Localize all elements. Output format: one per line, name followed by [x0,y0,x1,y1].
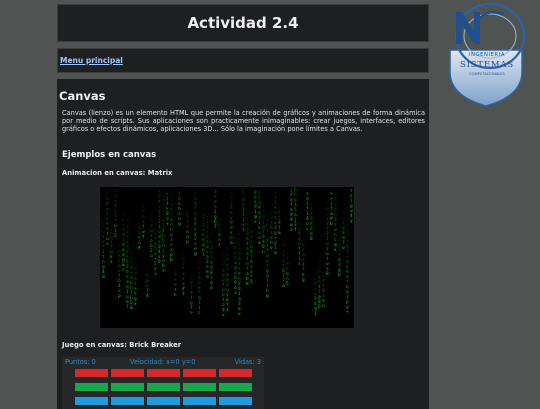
svg-text:x: x [334,248,337,253]
brick [111,383,144,391]
svg-text:f: f [294,227,297,233]
svg-text:p: p [186,240,189,245]
brick [219,369,252,377]
examples-heading: Ejemplos en canvas [62,150,157,160]
svg-text:7: 7 [214,224,217,230]
svg-text:b: b [330,221,333,227]
svg-text:b: b [170,257,173,263]
svg-text:p: p [118,294,121,299]
menu-principal-link[interactable]: Menu principal [60,56,123,65]
brick [219,397,252,405]
svg-text:s: s [298,262,301,267]
svg-text:a: a [258,241,261,246]
svg-text:=: = [306,227,309,232]
svg-text:q: q [178,222,181,227]
svg-text:8: 8 [326,271,329,277]
main-content: Canvas Canvas (lienzo) es un elemento HT… [57,79,429,409]
svg-text:g: g [266,294,269,299]
svg-text:SISTEMAS: SISTEMAS [460,60,514,70]
svg-text:a: a [282,284,285,289]
svg-text:<: < [106,242,109,247]
svg-text:z: z [290,228,293,233]
brick [75,369,108,377]
matrix-canvas: f l u x d * 1 t n @4 d 5 h 0 w i c < > f u < z 5 n i? u k z @ q q d = l * w l… [100,187,354,328]
svg-text:w: w [274,251,277,256]
brick [219,383,252,391]
brick [147,397,180,405]
svg-text:COMPUTACIONALES: COMPUTACIONALES [469,72,505,76]
brick [111,397,144,405]
brick [147,369,180,377]
header-panel: Actividad 2.4 [57,4,429,42]
svg-text:t: t [142,234,145,240]
svg-text:g: g [302,278,305,283]
svg-text:o: o [206,275,209,280]
svg-text:n: n [262,250,265,255]
brick [147,383,180,391]
brick [183,369,216,377]
svg-text:n: n [322,304,325,309]
svg-text:l: l [202,252,205,258]
svg-text:>: > [122,268,125,273]
game-label: Juego en canvas: Brick Breaker [62,341,182,349]
svg-text:o: o [210,286,213,291]
svg-text:4: 4 [146,293,149,299]
brick [111,369,144,377]
intro-paragraph: Canvas (lienzo) es un elemento HTML que … [62,109,425,134]
svg-text:x: x [134,302,137,307]
svg-text:2: 2 [114,233,117,239]
brick [75,383,108,391]
svg-text:b: b [338,272,341,278]
svg-text:5: 5 [250,279,253,285]
brick-breaker-canvas[interactable]: Puntos: 0 Velocidad: x=0 y=0 Vidas: 3 [62,357,264,409]
svg-text:>: > [154,272,157,277]
svg-text:INGENIERIA: INGENIERIA [469,52,505,58]
svg-text:z: z [218,243,221,248]
svg-text:8: 8 [310,236,313,242]
svg-text:#: # [138,245,141,251]
section-heading: Canvas [59,89,106,103]
svg-text:v: v [222,313,225,318]
matrix-animation: fluxd*1tn@4d5h0wic<>fu<z5ni?ukz@qqd=l*wl… [102,187,353,318]
svg-text:t: t [182,291,185,297]
svg-text:v: v [238,312,241,317]
svg-text:k: k [174,292,177,298]
svg-text:&: & [278,230,281,236]
shield-logo-icon: INGENIERIA SISTEMAS COMPUTACIONALES [449,2,526,107]
svg-text:e: e [270,246,273,251]
svg-text:>: > [254,220,257,225]
svg-text:&: & [130,305,133,311]
svg-text:+: + [166,222,169,227]
points-readout: Puntos: 0 [65,358,96,366]
svg-text:d: d [102,274,105,280]
svg-text:k: k [246,281,249,287]
university-logo: INGENIERIA SISTEMAS COMPUTACIONALES [444,0,528,108]
menu-panel: Menu principal [57,48,429,73]
svg-text:5: 5 [286,281,289,287]
svg-text:z: z [110,260,113,265]
svg-text:w: w [342,246,345,251]
svg-text:c: c [198,311,201,316]
svg-text:9: 9 [158,259,161,265]
svg-text:>: > [162,269,165,274]
page-title: Actividad 2.4 [187,14,299,32]
svg-text:>: > [234,291,237,296]
svg-text:l: l [242,227,245,233]
svg-text:>: > [190,311,193,316]
svg-text:u: u [150,254,153,259]
svg-text:x: x [226,308,229,313]
svg-text:y: y [350,219,353,224]
svg-text:g: g [194,252,197,257]
svg-text:6: 6 [318,304,321,310]
brick [183,397,216,405]
lives-readout: Vidas: 3 [234,358,261,366]
matrix-label: Animacion en canvas: Matrix [62,169,173,177]
brick [75,397,108,405]
svg-text:+: + [346,310,349,315]
velocity-readout: Velocidad: x=0 y=0 [130,358,196,366]
svg-text:a: a [230,241,233,246]
svg-text:1: 1 [314,311,317,317]
brick [183,383,216,391]
svg-text:?: ? [126,304,129,310]
